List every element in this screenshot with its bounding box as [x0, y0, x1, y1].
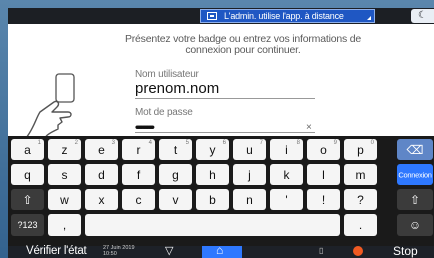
key-y[interactable]: y6: [196, 139, 229, 160]
key-question[interactable]: ?: [344, 189, 377, 210]
stop-icon[interactable]: [353, 246, 363, 256]
key-exclamation[interactable]: !: [307, 189, 340, 210]
username-underline: [135, 98, 315, 99]
key-b[interactable]: b: [196, 189, 229, 210]
key-c[interactable]: c: [122, 189, 155, 210]
panel-screen: L'admin. utilise l'app. à distance ☾ Pré…: [8, 8, 434, 258]
date-time: 27 Juin 2019 10:50: [103, 245, 135, 257]
key-g[interactable]: g: [159, 164, 192, 185]
login-instructions: Présentez votre badge ou entrez vos info…: [108, 34, 378, 56]
key-l[interactable]: l: [307, 164, 340, 185]
time-text: 10:50: [103, 251, 117, 257]
status-bar: L'admin. utilise l'app. à distance ☾: [8, 8, 434, 24]
key-h[interactable]: h: [196, 164, 229, 185]
emoji-key[interactable]: ☺: [397, 214, 433, 236]
backspace-icon: ⌫: [406, 142, 424, 157]
key-comma[interactable]: ,: [48, 214, 81, 236]
emoji-icon: ☺: [408, 218, 422, 232]
home-icon: ⌂: [216, 243, 224, 257]
key-s[interactable]: s: [48, 164, 81, 185]
shift-icon: ⇧: [409, 192, 421, 207]
key-z[interactable]: z2: [48, 139, 81, 160]
remote-admin-text: L'admin. utilise l'app. à distance: [224, 11, 344, 21]
key-o[interactable]: o9: [307, 139, 340, 160]
backspace-key[interactable]: ⌫: [397, 139, 433, 160]
password-underline: [135, 132, 315, 133]
key-p[interactable]: p0: [344, 139, 377, 160]
key-a[interactable]: a1: [11, 139, 44, 160]
stop-button[interactable]: Stop: [393, 244, 418, 258]
space-key[interactable]: [85, 214, 340, 236]
key-q[interactable]: q: [11, 164, 44, 185]
username-label: Nom utilisateur: [135, 69, 199, 80]
remote-admin-notice[interactable]: L'admin. utilise l'app. à distance: [200, 9, 375, 23]
key-x[interactable]: x: [85, 189, 118, 210]
connexion-key[interactable]: Connexion: [397, 164, 433, 185]
shift-key-left[interactable]: ⇧: [11, 189, 44, 210]
remote-screen-icon: [207, 12, 217, 20]
key-r[interactable]: r4: [122, 139, 155, 160]
key-d[interactable]: d: [85, 164, 118, 185]
shift-key-right[interactable]: ⇧: [397, 189, 433, 210]
password-label: Mot de passe: [135, 107, 193, 118]
key-i[interactable]: i8: [270, 139, 303, 160]
on-screen-keyboard: a1 z2 e3 r4 t5 y6 u7 i8 o9 p0 ⌫ q s d f …: [8, 136, 434, 246]
key-w[interactable]: w: [48, 189, 81, 210]
mode-key[interactable]: ?123: [11, 214, 44, 236]
key-apostrophe[interactable]: ': [270, 189, 303, 210]
key-u[interactable]: u7: [233, 139, 266, 160]
key-f[interactable]: f: [122, 164, 155, 185]
key-n[interactable]: n: [233, 189, 266, 210]
key-m[interactable]: m: [344, 164, 377, 185]
key-k[interactable]: k: [270, 164, 303, 185]
key-e[interactable]: e3: [85, 139, 118, 160]
shift-icon: ⇧: [22, 192, 33, 207]
collapse-down-icon[interactable]: ▽: [165, 244, 173, 257]
key-period[interactable]: .: [344, 214, 377, 236]
username-field[interactable]: prenom.nom: [135, 80, 219, 97]
key-j[interactable]: j: [233, 164, 266, 185]
key-t[interactable]: t5: [159, 139, 192, 160]
energy-saver-icon[interactable]: ☾: [411, 9, 434, 23]
expand-corner-icon: [367, 16, 371, 20]
home-button[interactable]: ⌂: [202, 243, 242, 258]
instruction-line-2: connexion pour continuer.: [185, 44, 301, 56]
check-status-button[interactable]: Vérifier l'état: [26, 245, 87, 257]
key-v[interactable]: v: [159, 189, 192, 210]
copy-indicator-icon: ▯: [319, 246, 324, 255]
bottom-bar: Vérifier l'état 27 Juin 2019 10:50 ▽ ⌂ ▯…: [8, 243, 434, 258]
